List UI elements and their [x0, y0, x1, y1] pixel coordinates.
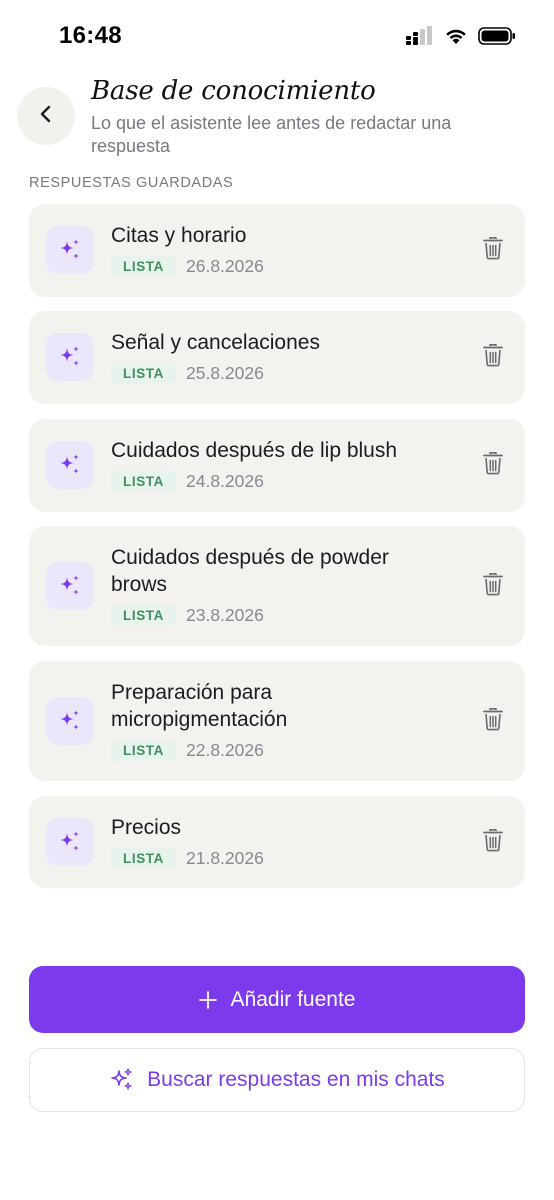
page-subtitle: Lo que el asistente lee antes de redacta… — [91, 113, 452, 156]
trash-icon — [482, 236, 504, 265]
status-badge: LISTA — [111, 604, 176, 626]
item-date: 24.8.2026 — [186, 470, 264, 491]
delete-button[interactable] — [477, 234, 509, 266]
delete-button[interactable] — [477, 449, 509, 481]
item-title: Señal y cancelaciones — [111, 331, 320, 354]
trash-icon — [482, 572, 504, 601]
plus-icon — [198, 987, 217, 1013]
item-date: 21.8.2026 — [186, 847, 264, 868]
list-item[interactable]: Señal y cancelaciones LISTA 25.8.2026 — [29, 311, 525, 404]
item-meta: LISTA 23.8.2026 — [111, 603, 264, 627]
delete-button[interactable] — [477, 341, 509, 373]
sparkles-icon — [46, 333, 94, 381]
status-badge: LISTA — [111, 255, 176, 277]
item-title: Cuidados después de lip blush — [111, 439, 398, 462]
status-badge: LISTA — [111, 362, 176, 384]
delete-button[interactable] — [477, 570, 509, 602]
item-title: Preparación para micropigmentación — [111, 681, 288, 731]
trash-icon — [482, 707, 504, 736]
add-source-button[interactable]: Añadir fuente — [29, 966, 525, 1033]
delete-button[interactable] — [477, 826, 509, 858]
item-title: Citas y horario — [111, 224, 247, 247]
status-badge: LISTA — [111, 847, 176, 869]
cellular-signal-icon — [406, 26, 434, 51]
item-meta: LISTA 26.8.2026 — [111, 254, 264, 278]
search-answers-label: Buscar respuestas en mis chats — [147, 1068, 445, 1091]
sparkles-icon — [46, 818, 94, 866]
item-meta: LISTA 25.8.2026 — [111, 361, 264, 385]
item-date: 25.8.2026 — [186, 362, 264, 383]
header: Base de conocimiento Lo que el asistente… — [0, 74, 554, 164]
item-meta: LISTA 22.8.2026 — [111, 738, 264, 762]
item-date: 23.8.2026 — [186, 604, 264, 625]
trash-icon — [482, 828, 504, 857]
search-answers-button[interactable]: Buscar respuestas en mis chats — [29, 1048, 525, 1112]
list-item[interactable]: Cuidados después de lip blush LISTA 24.8… — [29, 419, 525, 512]
list-item[interactable]: Precios LISTA 21.8.2026 — [29, 796, 525, 888]
back-button[interactable] — [17, 87, 75, 145]
item-date: 26.8.2026 — [186, 255, 264, 276]
sparkles-icon — [46, 562, 94, 610]
sparkles-outline-icon — [109, 1067, 135, 1093]
status-bar: 16:48 — [0, 0, 554, 74]
list-item[interactable]: Cuidados después de powder brows LISTA 2… — [29, 526, 525, 646]
trash-icon — [482, 343, 504, 372]
status-time: 16:48 — [59, 22, 122, 49]
item-date: 22.8.2026 — [186, 739, 264, 760]
sparkles-icon — [46, 226, 94, 274]
chevron-left-icon — [36, 104, 56, 129]
list-item[interactable]: Citas y horario LISTA 26.8.2026 — [29, 204, 525, 297]
status-badge: LISTA — [111, 470, 176, 492]
add-source-label: Añadir fuente — [230, 987, 356, 1011]
page-title: Base de conocimiento — [91, 76, 376, 106]
sparkles-icon — [46, 441, 94, 489]
delete-button[interactable] — [477, 705, 509, 737]
battery-icon — [478, 26, 516, 51]
section-label: RESPUESTAS GUARDADAS — [29, 175, 234, 191]
trash-icon — [482, 451, 504, 480]
item-title: Precios — [111, 816, 182, 839]
item-meta: LISTA 21.8.2026 — [111, 846, 264, 870]
item-meta: LISTA 24.8.2026 — [111, 469, 264, 493]
status-badge: LISTA — [111, 739, 176, 761]
item-title: Cuidados después de powder brows — [111, 546, 389, 596]
list-item[interactable]: Preparación para micropigmentación LISTA… — [29, 661, 525, 781]
wifi-icon — [444, 27, 468, 50]
status-icons — [406, 26, 516, 51]
sparkles-icon — [46, 697, 94, 745]
